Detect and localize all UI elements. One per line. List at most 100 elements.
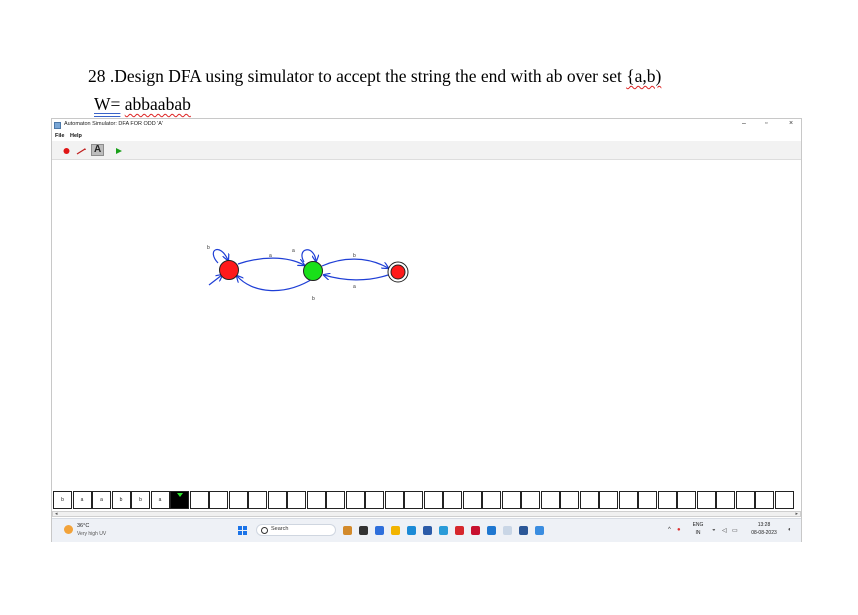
tape-cell-empty [579, 491, 599, 509]
tape-cell-empty [189, 491, 209, 509]
loop-q1-edge [301, 249, 316, 262]
store-app-icon[interactable] [423, 526, 432, 535]
minimize-button[interactable]: – [742, 120, 746, 127]
launcher-app-icon[interactable] [439, 526, 448, 535]
app-icon [54, 122, 61, 129]
java-app-icon[interactable] [503, 526, 512, 535]
edge-q1-q0-label: b [312, 296, 315, 302]
widgets-app-icon[interactable] [343, 526, 352, 535]
volume-icon[interactable]: ◁ [722, 527, 727, 534]
title-bar: Automaton Simulator: DFA FOR ODD 'A' – ▫… [52, 119, 801, 132]
language-top[interactable]: ENG [690, 522, 706, 528]
tape-cell-empty [443, 491, 462, 509]
search-placeholder: Search [271, 526, 289, 532]
tape-cell-empty [638, 491, 657, 509]
input-tape: baabba [52, 491, 801, 509]
tape-cell-empty [482, 491, 501, 509]
taskbar-search[interactable]: Search [256, 524, 336, 536]
scroll-right-icon[interactable]: ▸ [795, 511, 798, 517]
question-text: .Design DFA using simulator to accept th… [109, 66, 622, 86]
dfa-diagram: b a a b a b [207, 245, 409, 302]
tape-cell-empty [345, 491, 365, 509]
tape-head-cell [170, 491, 189, 509]
battery-icon[interactable]: ▭ [732, 527, 738, 534]
input-string-value: abbaabab [124, 94, 191, 114]
tape-cell: a [150, 491, 170, 509]
state-q1[interactable] [303, 261, 323, 281]
automaton-simulator-window: Automaton Simulator: DFA FOR ODD 'A' – ▫… [51, 118, 802, 542]
transition-tool-button[interactable] [75, 144, 88, 156]
input-string-line: W= abbaabab [94, 94, 191, 115]
blue-app-icon[interactable] [487, 526, 496, 535]
chat-app-icon[interactable] [375, 526, 384, 535]
tape-cell-empty [735, 491, 755, 509]
tape-cell-empty [618, 491, 638, 509]
state-q2-accept[interactable] [390, 264, 406, 280]
tape-cell-empty [657, 491, 677, 509]
tape-cell-empty [209, 491, 228, 509]
tape-cell-empty [404, 491, 423, 509]
tape-cell-empty [384, 491, 404, 509]
tape-cell-empty [521, 491, 540, 509]
edge-q2-q1-label: a [353, 284, 356, 290]
diagram-canvas[interactable]: b a a b a b [52, 160, 801, 487]
tape-cell-empty [560, 491, 579, 509]
tape-cell-empty [677, 491, 696, 509]
chevron-up-icon[interactable]: ^ [668, 527, 671, 533]
start-button[interactable] [238, 526, 248, 536]
loop-q0-label: b [207, 245, 210, 251]
terminal-app-icon[interactable] [359, 526, 368, 535]
menu-file[interactable]: File [55, 133, 64, 139]
tape-cell-empty [248, 491, 267, 509]
tape-cell-empty [365, 491, 384, 509]
tape-cell-empty [755, 491, 774, 509]
maximize-button[interactable]: ▫ [765, 120, 767, 127]
question-heading: 28 .Design DFA using simulator to accept… [88, 66, 828, 87]
security-icon[interactable]: ● [677, 527, 681, 533]
edge-q1-q0 [237, 276, 315, 292]
word-app-icon[interactable] [519, 526, 528, 535]
edge-browser-icon[interactable] [407, 526, 416, 535]
scroll-left-icon[interactable]: ◂ [55, 511, 58, 517]
state-q0-start[interactable] [219, 260, 239, 280]
start-arrow [208, 275, 222, 286]
label-tool-glyph: A [94, 144, 102, 155]
weather-icon[interactable] [64, 525, 73, 534]
tape-cell-empty [287, 491, 306, 509]
weather-description: Very high UV [77, 531, 107, 537]
loop-q1-label: a [292, 248, 295, 254]
tape-cell-empty [306, 491, 326, 509]
mcafee-app-icon[interactable] [471, 526, 480, 535]
close-button[interactable]: × [789, 120, 793, 127]
horizontal-scrollbar[interactable]: ◂ ▸ [52, 511, 801, 517]
window-title: Automaton Simulator: DFA FOR ODD 'A' [64, 121, 163, 127]
tape-cell-empty [326, 491, 345, 509]
question-set: {a,b) [626, 66, 662, 86]
tape-cell-empty [423, 491, 443, 509]
clock-time[interactable]: 13:28 [746, 522, 782, 528]
photos-app-icon[interactable] [535, 526, 544, 535]
menu-bar: File Help [52, 132, 801, 141]
state-tool-button[interactable] [60, 144, 73, 156]
tape-cell-empty [599, 491, 618, 509]
tape-cell-empty [696, 491, 716, 509]
tape-cell-empty [774, 491, 794, 509]
menu-help[interactable]: Help [70, 133, 82, 139]
weather-temperature: 36°C [77, 523, 90, 529]
label-tool-button[interactable]: A [91, 144, 104, 156]
question-number: 28 [88, 66, 106, 86]
edge-q0-q1 [237, 257, 304, 265]
language-bottom[interactable]: IN [690, 530, 706, 536]
paint-app-icon[interactable] [391, 526, 400, 535]
run-button[interactable] [112, 144, 125, 156]
tape-cell: b [53, 491, 72, 509]
wifi-icon[interactable]: ◒ [712, 527, 716, 533]
windows-taskbar: 36°C Very high UV Search ^ ● ENG IN ◒ ◁ … [52, 518, 801, 542]
edge-q1-q2-label: b [353, 253, 356, 259]
notification-icon[interactable]: ◐ [788, 527, 792, 533]
opera-browser-icon[interactable] [455, 526, 464, 535]
search-icon [261, 527, 268, 534]
tape-cell: b [111, 491, 131, 509]
tape-cell-empty [462, 491, 482, 509]
clock-date[interactable]: 08-08-2023 [746, 530, 782, 536]
